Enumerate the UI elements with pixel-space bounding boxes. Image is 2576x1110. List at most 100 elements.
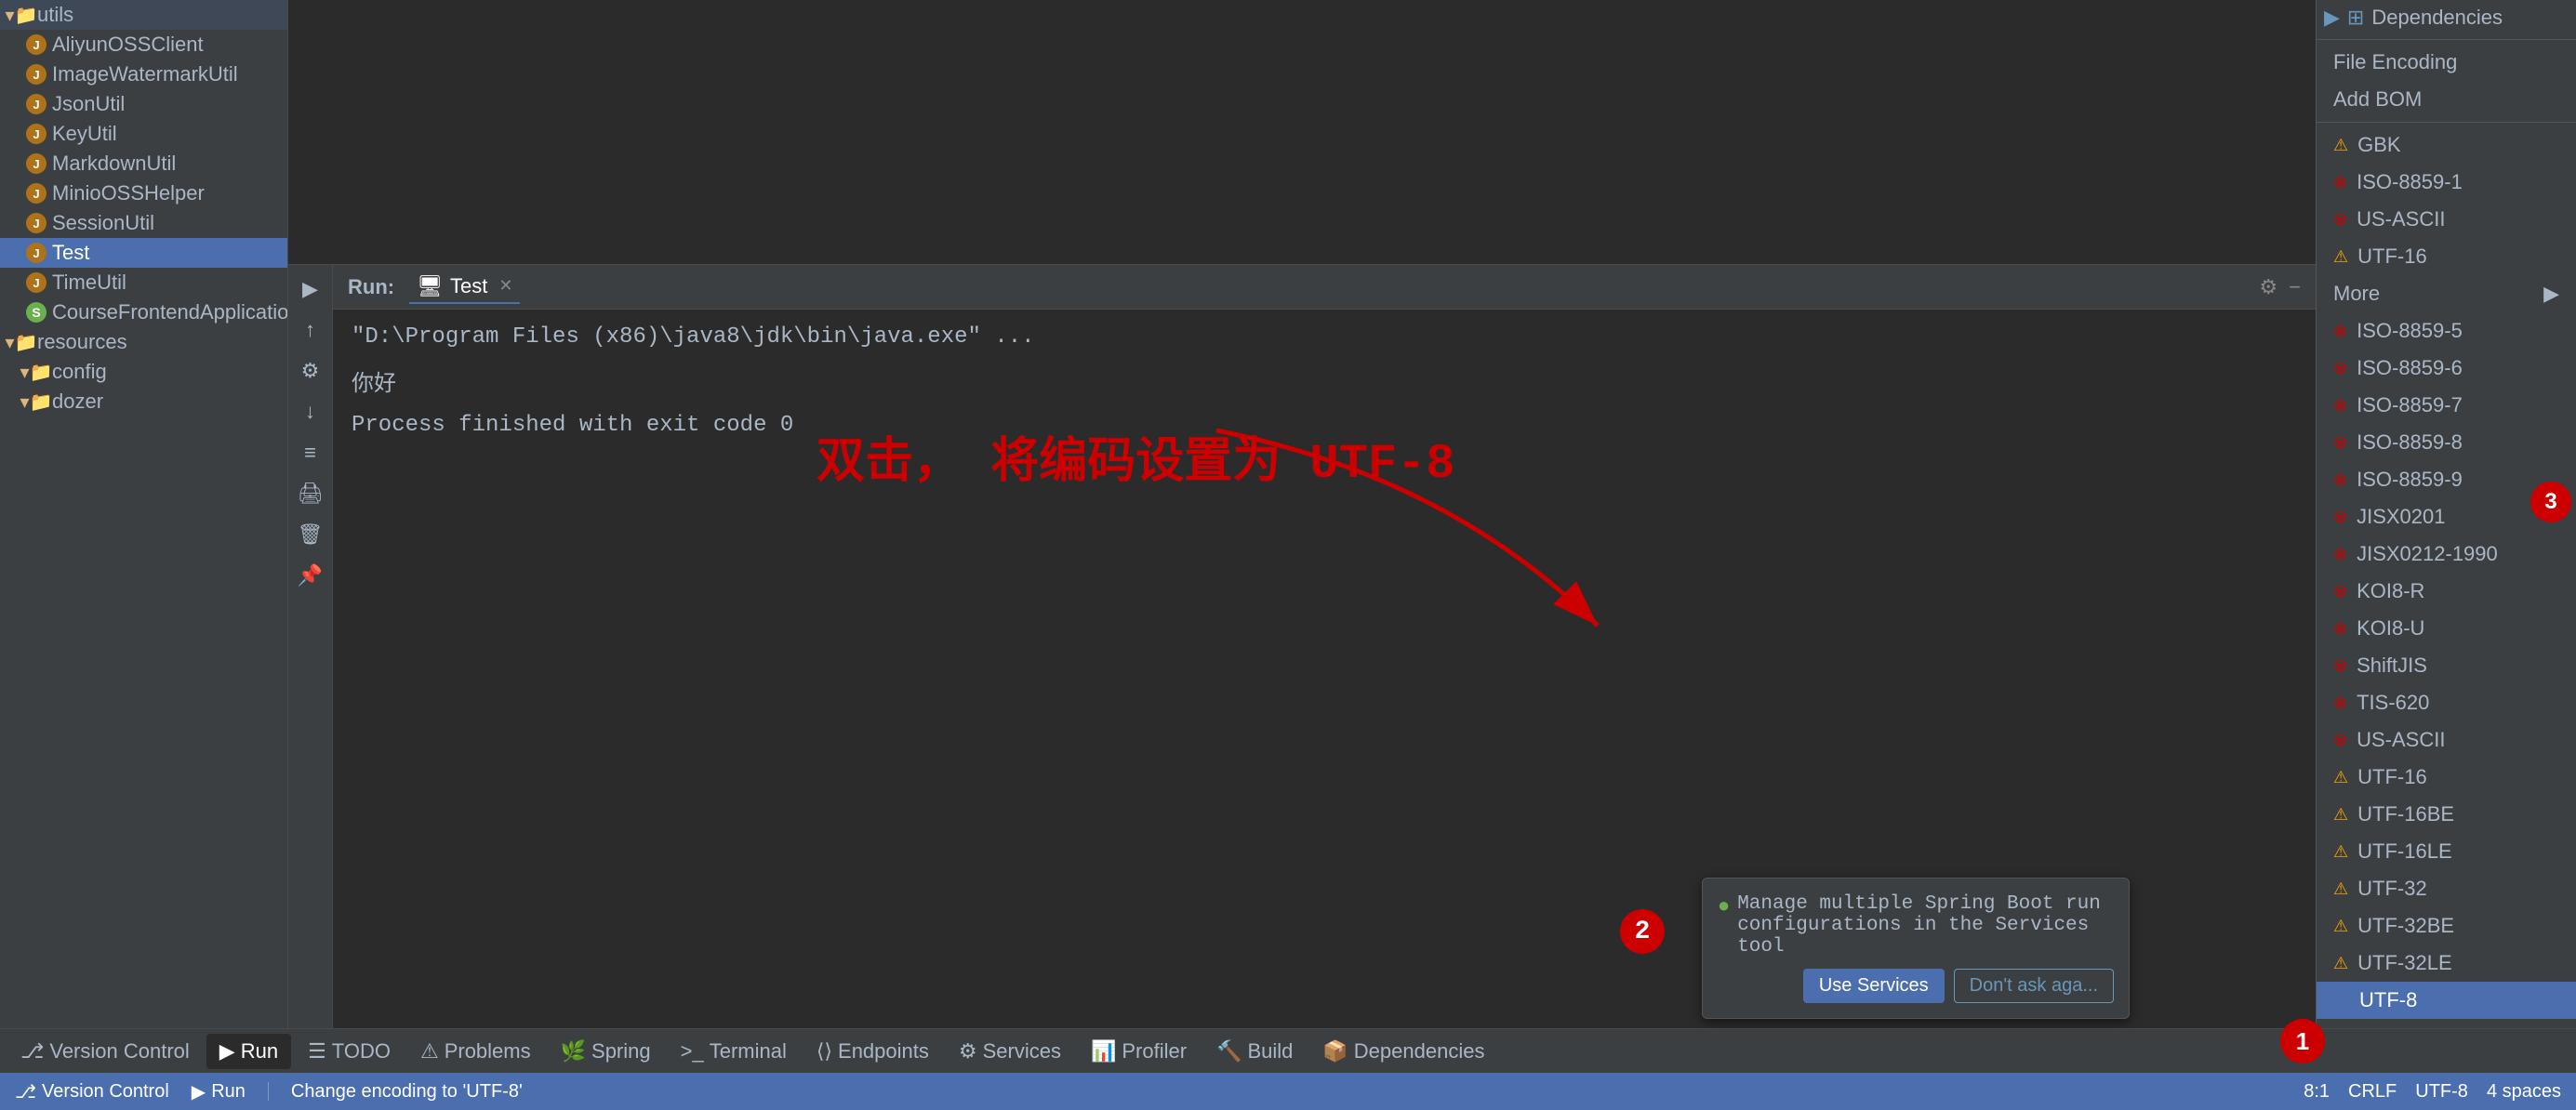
encoding-item[interactable]: ⊗US-ASCII bbox=[2317, 721, 2576, 759]
tab-icon: 🌿 bbox=[561, 1039, 586, 1064]
java-icon: J bbox=[26, 64, 46, 85]
tree-item[interactable]: JAliyunOSSClient bbox=[0, 30, 287, 59]
encoding-more-item[interactable]: ⚠GBK bbox=[2317, 126, 2576, 164]
file-encoding-item[interactable]: File Encoding bbox=[2317, 44, 2576, 81]
run-command: "D:\Program Files (x86)\java8\jdk\bin\ja… bbox=[352, 324, 2297, 350]
enc-label: GBK bbox=[2357, 133, 2400, 157]
encoding-item[interactable]: ⊗ISO-8859-6 bbox=[2317, 350, 2576, 387]
warn-icon: ⚠ bbox=[2333, 768, 2348, 787]
dont-ask-button[interactable]: Don't ask aga... bbox=[1954, 969, 2114, 1003]
encoding-item[interactable]: ⊗ISO-8859-5 bbox=[2317, 312, 2576, 350]
encoding-item[interactable]: ⊗ISO-8859-7 bbox=[2317, 387, 2576, 424]
tree-item[interactable]: ▾📁utils bbox=[0, 0, 287, 30]
enc-label: ISO-8859-7 bbox=[2357, 393, 2463, 417]
bottom-tab-dependencies[interactable]: 📦 Dependencies bbox=[1309, 1034, 1497, 1069]
java-icon: J bbox=[26, 272, 46, 293]
tab-label: Dependencies bbox=[1354, 1039, 1485, 1064]
status-run[interactable]: ▶ Run bbox=[192, 1080, 246, 1103]
tree-item-label: Test bbox=[52, 241, 89, 265]
bottom-tab-spring[interactable]: 🌿 Spring bbox=[548, 1034, 664, 1069]
encoding-item[interactable]: ⚠UTF-32 bbox=[2317, 870, 2576, 907]
bottom-tab-services[interactable]: ⚙ Services bbox=[946, 1034, 1074, 1069]
bottom-tab-run[interactable]: ▶ Run bbox=[206, 1034, 291, 1069]
run-tab-test[interactable]: 🖥 Test ✕ bbox=[409, 271, 520, 304]
java-icon: J bbox=[26, 183, 46, 204]
status-git[interactable]: ⎇ Version Control bbox=[15, 1080, 169, 1103]
tree-item[interactable]: JKeyUtil bbox=[0, 119, 287, 149]
run-label: Run: bbox=[348, 275, 394, 299]
run-tab-label: Test bbox=[450, 274, 487, 298]
encoding-item[interactable]: ⊗windows-1250 bbox=[2317, 1019, 2576, 1028]
run-list-button[interactable]: ≡ bbox=[294, 436, 327, 469]
java-icon: J bbox=[26, 213, 46, 233]
enc-label: US-ASCII bbox=[2357, 207, 2445, 231]
run-settings-icon[interactable]: ⚙ bbox=[2259, 275, 2277, 299]
add-bom-item[interactable]: Add BOM bbox=[2317, 81, 2576, 118]
tree-item[interactable]: JTest bbox=[0, 238, 287, 268]
tree-item[interactable]: SCourseFrontendApplication bbox=[0, 297, 287, 327]
tree-item[interactable]: ▾📁config bbox=[0, 357, 287, 387]
enc-label: windows-1250 bbox=[2357, 1025, 2488, 1028]
encoding-item[interactable]: UTF-8 bbox=[2317, 982, 2576, 1019]
warn-icon: ⚠ bbox=[2333, 954, 2348, 973]
status-divider bbox=[268, 1082, 269, 1101]
err-icon: ⊗ bbox=[2333, 173, 2347, 192]
tab-icon: ⎇ bbox=[20, 1039, 44, 1064]
encoding-item[interactable]: ⊗ShiftJIS bbox=[2317, 647, 2576, 684]
bottom-tab-terminal[interactable]: >_ Terminal bbox=[668, 1034, 800, 1069]
run-minimize-icon[interactable]: − bbox=[2289, 275, 2301, 299]
err-icon: ⊗ bbox=[2333, 619, 2347, 639]
encoding-item[interactable]: ⊗TIS-620 bbox=[2317, 684, 2576, 721]
tree-item-label: SessionUtil bbox=[52, 211, 154, 235]
tab-icon: ☰ bbox=[308, 1039, 326, 1064]
enc-label: TIS-620 bbox=[2357, 691, 2429, 715]
run-tab-close[interactable]: ✕ bbox=[498, 276, 512, 296]
tree-item[interactable]: ▾📁dozer bbox=[0, 387, 287, 416]
encoding-item[interactable]: ⚠UTF-32BE bbox=[2317, 907, 2576, 945]
encoding-item[interactable]: ⚠UTF-16 bbox=[2317, 759, 2576, 796]
status-encoding[interactable]: UTF-8 bbox=[2415, 1081, 2468, 1103]
tab-label: Spring bbox=[591, 1039, 651, 1064]
enc-label: KOI8-R bbox=[2357, 579, 2424, 603]
encoding-item[interactable]: ⚠UTF-16LE bbox=[2317, 833, 2576, 870]
tree-item[interactable]: ▾📁resources bbox=[0, 327, 287, 357]
encoding-item[interactable]: ⚠UTF-32LE bbox=[2317, 945, 2576, 982]
encoding-more-item[interactable]: ⊗ISO-8859-1 bbox=[2317, 164, 2576, 201]
run-down-button[interactable]: ↓ bbox=[294, 395, 327, 429]
run-play-button[interactable]: ▶ bbox=[294, 272, 327, 306]
tree-item[interactable]: J SessionUtil bbox=[0, 208, 287, 238]
bottom-tab-todo[interactable]: ☰ TODO bbox=[295, 1034, 404, 1069]
encoding-more-submenu[interactable]: More▶ bbox=[2317, 275, 2576, 312]
run-settings-button[interactable]: ⚙ bbox=[294, 354, 327, 388]
tree-item[interactable]: JMarkdownUtil bbox=[0, 149, 287, 178]
status-position[interactable]: 8:1 bbox=[2304, 1081, 2330, 1103]
run-pin-button[interactable]: 📌 bbox=[294, 559, 327, 592]
tree-item[interactable]: JTimeUtil bbox=[0, 268, 287, 297]
tree-item[interactable]: JImageWatermarkUtil bbox=[0, 59, 287, 89]
popup-spring-icon: ● bbox=[1718, 895, 1730, 918]
status-indent[interactable]: 4 spaces bbox=[2487, 1081, 2561, 1103]
tree-item[interactable]: JJsonUtil bbox=[0, 89, 287, 119]
run-trash-button[interactable]: 🗑 bbox=[294, 518, 327, 551]
run-print-button[interactable]: 🖨 bbox=[294, 477, 327, 510]
encoding-item[interactable]: ⊗KOI8-R bbox=[2317, 573, 2576, 610]
encoding-item[interactable]: ⊗KOI8-U bbox=[2317, 610, 2576, 647]
status-line-ending[interactable]: CRLF bbox=[2348, 1081, 2397, 1103]
tab-icon: ⚙ bbox=[959, 1039, 977, 1064]
bottom-tab-problems[interactable]: ⚠ Problems bbox=[407, 1034, 544, 1069]
encoding-item[interactable]: ⊗ISO-8859-8 bbox=[2317, 424, 2576, 461]
encoding-item[interactable]: ⊗JISX0212-1990 bbox=[2317, 535, 2576, 573]
popup-actions: Use Services Don't ask aga... bbox=[1718, 969, 2114, 1003]
run-output-line1: 你好 bbox=[352, 364, 2297, 398]
run-up-button[interactable]: ↑ bbox=[294, 313, 327, 347]
bottom-tab-version-control[interactable]: ⎇ Version Control bbox=[7, 1034, 203, 1069]
encoding-more-item[interactable]: ⚠UTF-16 bbox=[2317, 238, 2576, 275]
bottom-tab-build[interactable]: 🔨 Build bbox=[1203, 1034, 1306, 1069]
bottom-tab-endpoints[interactable]: ⟨⟩ Endpoints bbox=[803, 1034, 942, 1069]
bottom-tab-profiler[interactable]: 📊 Profiler bbox=[1078, 1034, 1200, 1069]
status-right: 8:1 CRLF UTF-8 4 spaces bbox=[2304, 1081, 2561, 1103]
encoding-more-item[interactable]: ⊗US-ASCII bbox=[2317, 201, 2576, 238]
use-services-button[interactable]: Use Services bbox=[1803, 969, 1945, 1003]
encoding-item[interactable]: ⚠UTF-16BE bbox=[2317, 796, 2576, 833]
tree-item[interactable]: JMinioOSSHelper bbox=[0, 178, 287, 208]
